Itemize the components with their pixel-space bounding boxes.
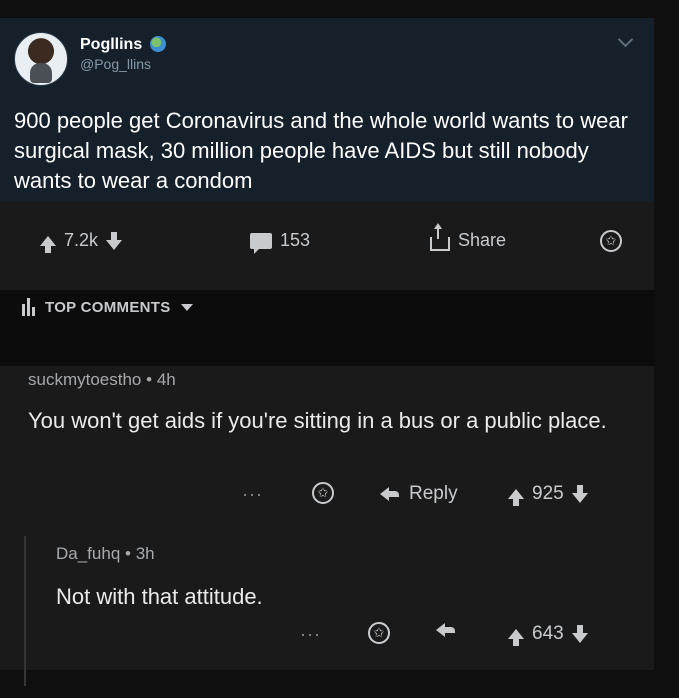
comment-vote-group: 925 — [508, 483, 588, 506]
more-icon: ··· — [242, 484, 263, 504]
reply-age: 3h — [135, 544, 155, 563]
reply-button[interactable]: Reply — [380, 483, 458, 505]
award-icon: ✩ — [312, 482, 334, 504]
reply-vote-count: 643 — [532, 623, 564, 644]
tweet-author-handle[interactable]: @Pog_llins — [80, 56, 151, 72]
reply-text: Not with that attitude. — [56, 584, 263, 609]
tweet-card: Pogllins @Pog_llins 900 people get Coron… — [0, 18, 654, 202]
award-button[interactable]: ✩ — [368, 622, 390, 644]
sort-dropdown[interactable]: TOP COMMENTS — [22, 298, 193, 316]
more-options-button[interactable]: ··· — [242, 484, 263, 505]
downvote-icon[interactable] — [571, 485, 588, 503]
comments-button[interactable]: 153 — [250, 230, 311, 254]
avatar[interactable] — [14, 32, 68, 86]
comment-icon — [250, 232, 272, 254]
comment-vote-count: 925 — [532, 483, 564, 504]
share-button[interactable]: Share — [430, 222, 507, 251]
more-icon: ··· — [300, 624, 321, 644]
sort-icon — [22, 298, 35, 316]
award-icon: ✩ — [368, 622, 390, 644]
globe-icon — [150, 36, 166, 52]
post-vote-group: 7.2k — [40, 230, 123, 253]
reply-meta: Da_fuhq • 3h — [56, 544, 155, 563]
caret-down-icon — [180, 303, 193, 311]
tweet-author-name[interactable]: Pogllins — [80, 36, 142, 54]
post-action-bar: 7.2k 153 Share ✩ — [0, 222, 654, 286]
sort-label: TOP COMMENTS — [45, 298, 171, 316]
comment-text: You won't get aids if you're sitting in … — [28, 408, 607, 433]
upvote-icon[interactable] — [40, 235, 56, 253]
award-icon: ✩ — [600, 230, 622, 252]
upvote-icon[interactable] — [508, 629, 524, 646]
award-button[interactable]: ✩ — [600, 230, 622, 252]
comment-count: 153 — [280, 230, 311, 250]
tweet-text: 900 people get Coronavirus and the whole… — [14, 108, 628, 193]
reply-label: Reply — [409, 483, 458, 504]
share-label: Share — [458, 230, 507, 250]
post-frame: Pogllins @Pog_llins 900 people get Coron… — [0, 18, 654, 686]
comment-age: 4h — [156, 370, 176, 389]
more-options-button[interactable]: ··· — [300, 624, 321, 645]
downvote-icon[interactable] — [106, 231, 123, 250]
reply-icon — [436, 623, 455, 637]
comment-meta: suckmytoestho • 4h — [28, 370, 176, 389]
reply-vote-group: 643 — [508, 623, 588, 646]
downvote-icon[interactable] — [571, 625, 588, 643]
reply-author[interactable]: Da_fuhq — [56, 544, 120, 563]
post-vote-count: 7.2k — [64, 230, 99, 250]
comment-author[interactable]: suckmytoestho — [28, 370, 141, 389]
upvote-icon[interactable] — [508, 489, 524, 506]
reply-button[interactable] — [436, 623, 455, 637]
thread-line[interactable] — [24, 536, 26, 686]
chevron-down-icon[interactable] — [617, 31, 634, 48]
award-button[interactable]: ✩ — [312, 482, 334, 504]
share-icon — [430, 222, 450, 251]
reply-icon — [380, 487, 399, 501]
